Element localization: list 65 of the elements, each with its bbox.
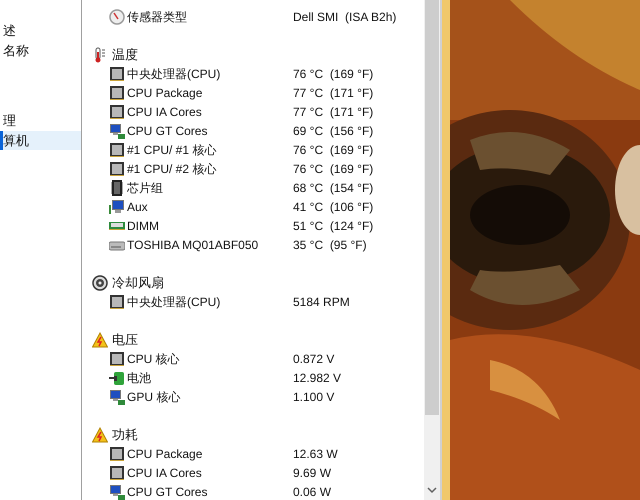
- section-title: 冷却风扇: [112, 274, 164, 292]
- sensor-value: 69 °C (156 °F): [293, 122, 374, 140]
- sensor-value: 77 °C (171 °F): [293, 84, 374, 102]
- scrollbar-thumb[interactable]: [425, 0, 439, 415]
- chip-icon: [109, 160, 125, 176]
- scrollbar[interactable]: [424, 0, 440, 500]
- navigation-item[interactable]: 算机: [0, 131, 81, 150]
- sensor-label: CPU 核心: [127, 350, 181, 368]
- sensor-label: CPU GT Cores: [127, 484, 208, 500]
- chip-icon: [109, 104, 125, 120]
- sensor-label: CPU IA Cores: [127, 464, 203, 482]
- sensor-value: 76 °C (169 °F): [293, 66, 374, 82]
- sensor-label: CPU Package: [127, 446, 204, 462]
- sensor-value: 0.06 W: [293, 484, 332, 500]
- sensor-value: 35 °C (95 °F): [293, 236, 367, 254]
- sensor-value: 76 °C (169 °F): [293, 142, 374, 158]
- chip-icon: [109, 350, 125, 366]
- sensor-value: Dell SMI (ISA B2h): [293, 8, 396, 26]
- navigation-item[interactable]: 名称: [0, 41, 81, 60]
- sensor-label: CPU GT Cores: [127, 122, 208, 140]
- monitor-icon: [109, 122, 125, 138]
- chip-icon: [109, 464, 125, 480]
- section-title: 功耗: [112, 426, 138, 444]
- section-title: 温度: [112, 46, 138, 64]
- monitor-icon: [109, 484, 125, 500]
- sensor-label: Aux: [127, 198, 149, 216]
- sensor-label: TOSHIBA MQ01ABF050: [127, 236, 260, 254]
- monitor-icon: [109, 388, 125, 404]
- sensor-label: CPU Package: [127, 84, 204, 102]
- sensor-value: 12.63 W: [293, 446, 338, 462]
- sensor-label: 芯片组: [127, 180, 164, 196]
- chip-icon: [109, 142, 125, 158]
- battery-plug-icon: [109, 370, 125, 386]
- sensor-label: 传感器类型: [127, 8, 188, 26]
- warning-icon: [92, 426, 108, 442]
- sensor-value: 5184 RPM: [293, 294, 350, 310]
- gauge-icon: [109, 8, 125, 24]
- sensor-value: 9.69 W: [293, 464, 332, 482]
- chip-icon: [109, 66, 125, 82]
- chip-icon: [109, 294, 125, 310]
- section-title: 电压: [112, 330, 138, 349]
- sensor-label: #1 CPU/ #2 核心: [127, 160, 218, 178]
- sensor-label: 中央处理器(CPU): [127, 66, 222, 82]
- sensor-label: #1 CPU/ #1 核心: [127, 142, 218, 158]
- fan-icon: [92, 274, 108, 290]
- sensor-value: 12.982 V: [293, 370, 342, 386]
- monitor-icon: [109, 198, 125, 214]
- navigation-item[interactable]: 理: [0, 111, 81, 130]
- sensor-label: GPU 核心: [127, 388, 182, 406]
- warning-icon: [92, 332, 108, 348]
- chip-icon: [109, 84, 125, 100]
- chip-icon: [109, 180, 125, 196]
- sensor-value: 1.100 V: [293, 388, 334, 406]
- sensor-value: 76 °C (169 °F): [293, 160, 374, 178]
- navigation-item[interactable]: 述: [0, 21, 81, 40]
- sensor-label: 电池: [127, 370, 152, 386]
- sensor-value: 0.872 V: [293, 350, 334, 368]
- sensor-value: 68 °C (154 °F): [293, 180, 374, 196]
- sensor-value: 41 °C (106 °F): [293, 198, 374, 216]
- sensor-label: DIMM: [127, 218, 160, 234]
- sensor-label: CPU IA Cores: [127, 104, 203, 120]
- sensor-value: 77 °C (171 °F): [293, 104, 374, 120]
- chip-icon: [109, 446, 125, 462]
- sensor-label: 中央处理器(CPU): [127, 294, 222, 310]
- sensor-value: 51 °C (124 °F): [293, 218, 374, 234]
